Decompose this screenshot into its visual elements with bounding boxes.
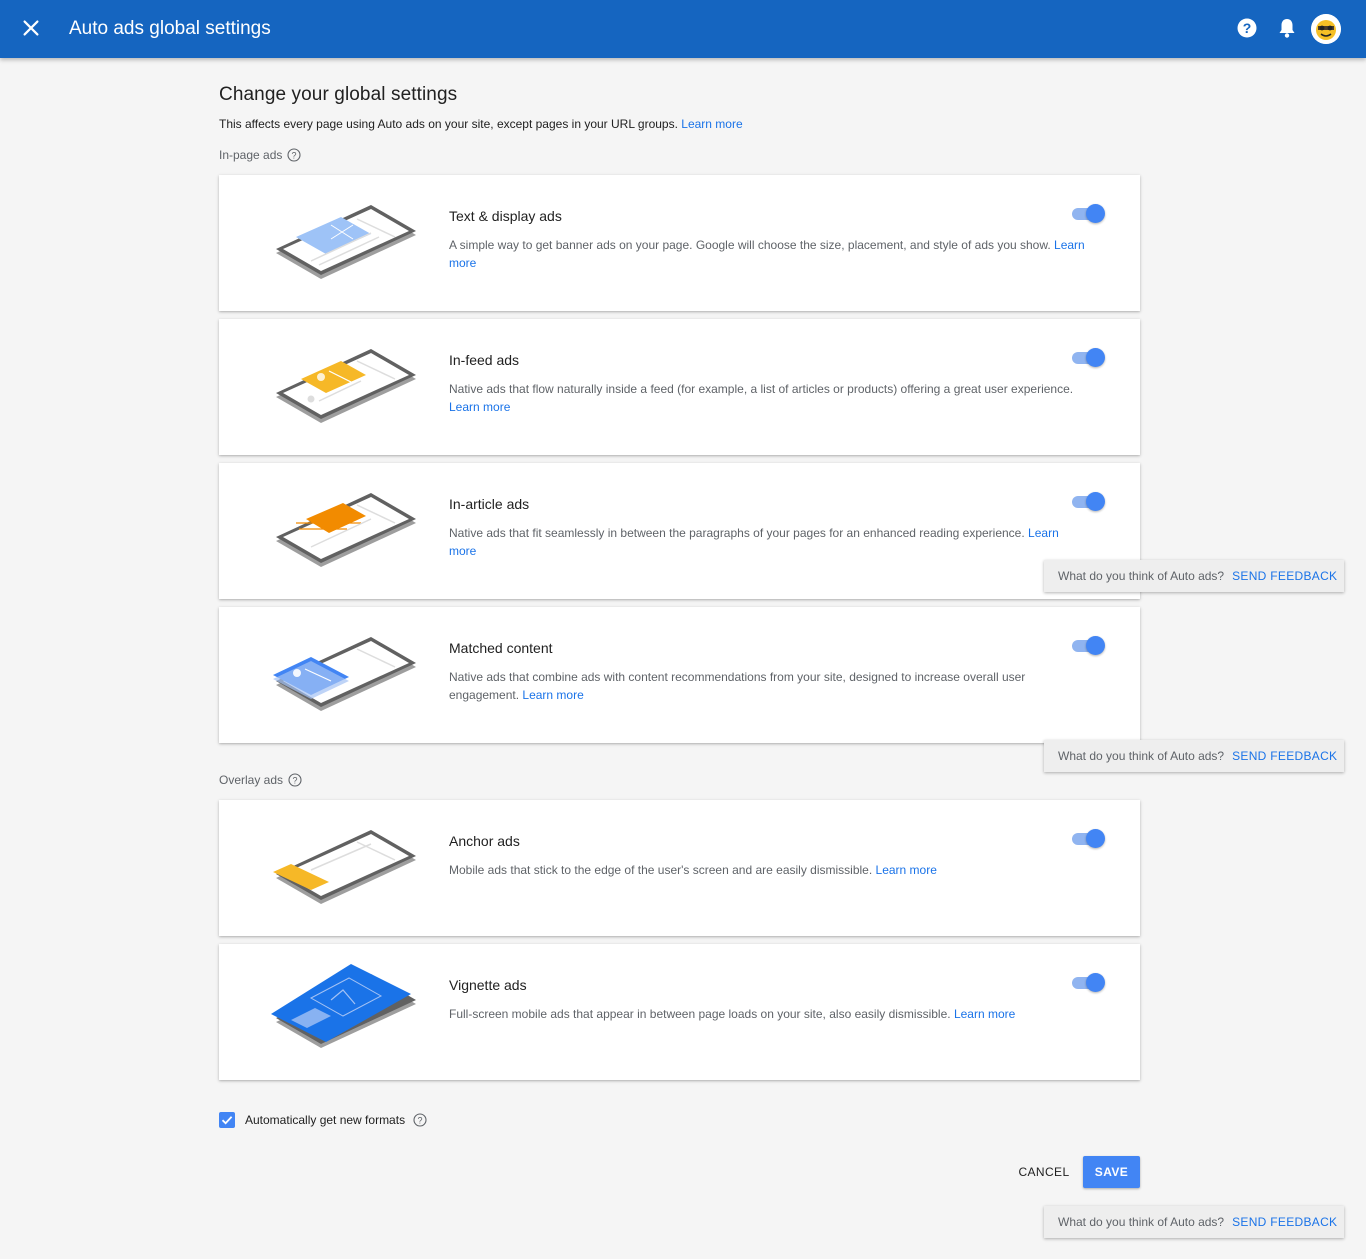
text-display-ads-illustration [276, 205, 416, 279]
account-avatar[interactable] [1311, 14, 1341, 44]
feedback-bar: What do you think of Auto ads? SEND FEED… [1044, 560, 1344, 592]
auto-formats-label: Automatically get new formats [245, 1113, 406, 1127]
card-description-text: Native ads that fit seamlessly in betwee… [449, 526, 1025, 540]
notifications-bell-icon[interactable] [1277, 17, 1297, 39]
matched-content-card: Matched content Native ads that combine … [219, 607, 1140, 743]
cancel-button[interactable]: CANCEL [1012, 1156, 1076, 1188]
feedback-bar: What do you think of Auto ads? SEND FEED… [1044, 740, 1344, 772]
vignette-ads-card: Vignette ads Full-screen mobile ads that… [219, 944, 1140, 1080]
send-feedback-button[interactable]: SEND FEEDBACK [1232, 1215, 1337, 1229]
in-page-ads-label-text: In-page ads [219, 148, 283, 162]
intro-description: This affects every page using Auto ads o… [219, 117, 678, 131]
help-circle-icon[interactable]: ? [413, 1113, 427, 1127]
card-learn-more-link[interactable]: Learn more [522, 688, 583, 702]
card-title: In-feed ads [449, 352, 520, 368]
card-description-text: A simple way to get banner ads on your p… [449, 238, 1051, 252]
in-article-ads-toggle[interactable] [1071, 490, 1105, 512]
vignette-ads-toggle[interactable] [1071, 971, 1105, 993]
card-description: Native ads that fit seamlessly in betwee… [449, 524, 1089, 560]
anchor-ads-illustration [273, 830, 416, 904]
card-description: Full-screen mobile ads that appear in be… [449, 1005, 1089, 1023]
checkmark-icon [221, 1116, 233, 1125]
help-icon[interactable]: ? [1237, 18, 1257, 38]
card-description-text: Full-screen mobile ads that appear in be… [449, 1007, 951, 1021]
text-display-ads-card: Text & display ads A simple way to get b… [219, 175, 1140, 311]
svg-text:?: ? [1243, 20, 1252, 36]
card-title: Vignette ads [449, 977, 527, 993]
intro-learn-more-link[interactable]: Learn more [681, 117, 742, 131]
anchor-ads-card: Anchor ads Mobile ads that stick to the … [219, 800, 1140, 936]
auto-formats-checkbox[interactable] [219, 1112, 235, 1128]
page-title: Auto ads global settings [69, 18, 271, 39]
overlay-ads-label: Overlay ads ? [219, 773, 302, 787]
card-description: Native ads that combine ads with content… [449, 668, 1089, 704]
section-heading: Change your global settings [219, 84, 458, 105]
feedback-question: What do you think of Auto ads? [1058, 749, 1225, 763]
card-title: Matched content [449, 640, 553, 656]
overlay-ads-label-text: Overlay ads [219, 773, 284, 787]
matched-content-illustration [273, 637, 416, 711]
in-feed-ads-toggle[interactable] [1071, 346, 1105, 368]
intro-text: This affects every page using Auto ads o… [219, 117, 743, 131]
card-description: Mobile ads that stick to the edge of the… [449, 861, 1089, 879]
send-feedback-button[interactable]: SEND FEEDBACK [1232, 749, 1337, 763]
help-circle-icon[interactable]: ? [288, 773, 302, 787]
save-button[interactable]: SAVE [1083, 1156, 1140, 1188]
card-description: Native ads that flow naturally inside a … [449, 380, 1089, 416]
in-article-ads-illustration [276, 493, 416, 567]
top-app-bar: Auto ads global settings ? [0, 0, 1366, 58]
card-learn-more-link[interactable]: Learn more [954, 1007, 1015, 1021]
card-title: Anchor ads [449, 833, 520, 849]
feedback-question: What do you think of Auto ads? [1058, 569, 1225, 583]
card-learn-more-link[interactable]: Learn more [449, 400, 510, 414]
feedback-question: What do you think of Auto ads? [1058, 1215, 1225, 1229]
in-article-ads-card: In-article ads Native ads that fit seaml… [219, 463, 1140, 599]
text-display-ads-toggle[interactable] [1071, 202, 1105, 224]
card-title: Text & display ads [449, 208, 562, 224]
svg-text:?: ? [293, 775, 298, 785]
in-feed-ads-card: In-feed ads Native ads that flow natural… [219, 319, 1140, 455]
auto-formats-row: Automatically get new formats ? [219, 1112, 427, 1128]
feedback-bar: What do you think of Auto ads? SEND FEED… [1044, 1206, 1344, 1238]
in-page-ads-label: In-page ads ? [219, 148, 301, 162]
card-description: A simple way to get banner ads on your p… [449, 236, 1089, 272]
send-feedback-button[interactable]: SEND FEEDBACK [1232, 569, 1337, 583]
in-feed-ads-illustration [276, 349, 416, 423]
vignette-ads-illustration [271, 964, 416, 1048]
card-description-text: Native ads that flow naturally inside a … [449, 382, 1074, 396]
card-description-text: Mobile ads that stick to the edge of the… [449, 863, 873, 877]
svg-text:?: ? [292, 150, 297, 160]
anchor-ads-toggle[interactable] [1071, 827, 1105, 849]
svg-text:?: ? [418, 1115, 423, 1125]
help-circle-icon[interactable]: ? [287, 148, 301, 162]
close-icon[interactable] [20, 17, 42, 39]
card-title: In-article ads [449, 496, 530, 512]
matched-content-toggle[interactable] [1071, 634, 1105, 656]
card-learn-more-link[interactable]: Learn more [876, 863, 937, 877]
